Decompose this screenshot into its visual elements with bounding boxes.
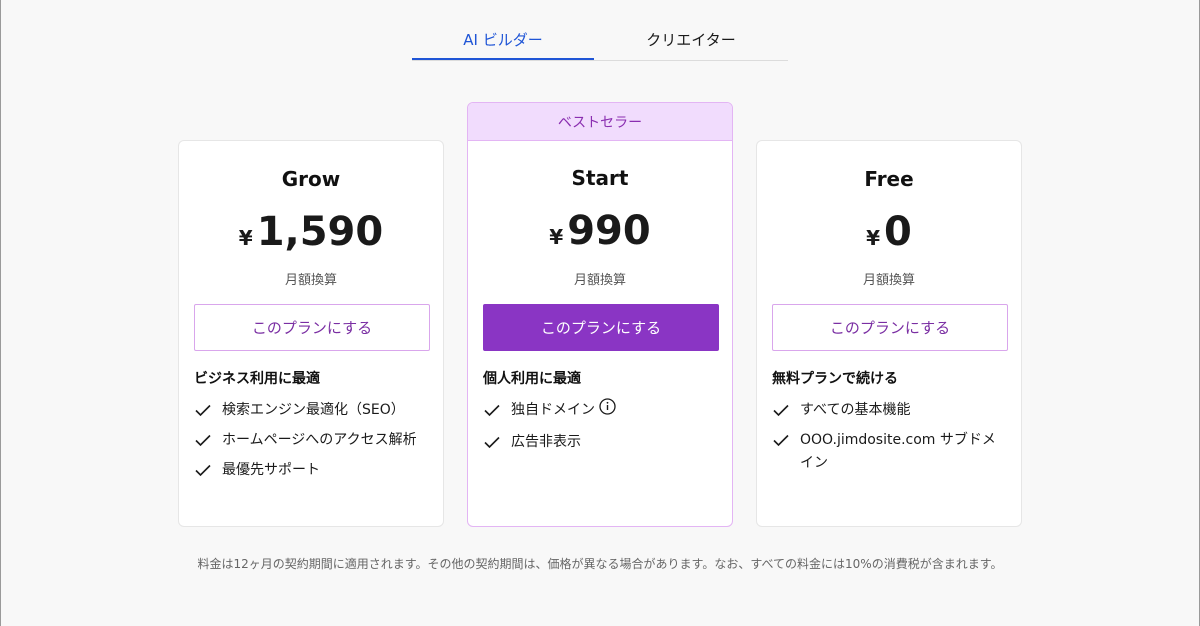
plan-price: ¥ 990: [468, 208, 732, 254]
check-icon: [194, 429, 222, 452]
feature-label: OOO.jimdosite.com サブドメイン: [800, 432, 996, 471]
plan-name: Grow: [281, 167, 341, 191]
list-item: 検索エンジン最適化（SEO）: [194, 399, 431, 422]
feature-label: 独自ドメイン: [511, 402, 595, 418]
currency-symbol: ¥: [238, 226, 253, 250]
plan-card-free: Free ¥ 0 月額換算 このプランにする 無料プランで続ける すべての基本機…: [756, 140, 1022, 527]
plan-price: ¥ 1,590: [179, 209, 443, 255]
price-amount: 1,590: [256, 209, 384, 255]
price-period: 月額換算: [284, 273, 337, 288]
feature-list: すべての基本機能 OOO.jimdosite.com サブドメイン: [772, 399, 1009, 482]
pricing-footnote: 料金は12ヶ月の契約期間に適用されます。その他の契約期間は、価格が異なる場合があ…: [197, 557, 1003, 571]
feature-title: 無料プランで続ける: [772, 371, 898, 387]
feature-title: ビジネス利用に最適: [194, 371, 320, 387]
plan-price: ¥ 0: [757, 209, 1021, 255]
currency-symbol: ¥: [866, 226, 881, 250]
check-icon: [772, 399, 800, 422]
price-period: 月額換算: [862, 273, 915, 288]
list-item: 独自ドメイン: [483, 398, 720, 424]
list-item: OOO.jimdosite.com サブドメイン: [772, 429, 1009, 475]
check-icon: [194, 399, 222, 422]
check-icon: [772, 429, 800, 452]
feature-label: 最優先サポート: [222, 462, 320, 478]
check-icon: [483, 431, 511, 454]
info-icon[interactable]: [599, 398, 616, 423]
plan-name: Free: [864, 167, 914, 191]
plan-card-grow: Grow ¥ 1,590 月額換算 このプランにする ビジネス利用に最適 検索エ…: [178, 140, 444, 527]
select-plan-button[interactable]: このプランにする: [194, 304, 430, 351]
price-amount: 990: [567, 208, 651, 254]
select-plan-button[interactable]: このプランにする: [483, 304, 719, 351]
list-item: ホームページへのアクセス解析: [194, 429, 431, 452]
plan-card-start: ベストセラー Start ¥ 990 月額換算 このプランにする 個人利用に最適…: [467, 102, 733, 527]
list-item: 最優先サポート: [194, 459, 431, 482]
feature-list: 検索エンジン最適化（SEO） ホームページへのアクセス解析 最優先サポート: [194, 399, 431, 489]
price-period: 月額換算: [573, 273, 626, 288]
feature-label: ホームページへのアクセス解析: [222, 432, 417, 448]
list-item: 広告非表示: [483, 431, 720, 454]
plan-type-tabs: AI ビルダー クリエイター: [412, 24, 788, 61]
check-icon: [483, 399, 511, 422]
list-item: すべての基本機能: [772, 399, 1009, 422]
tab-creator[interactable]: クリエイター: [594, 24, 788, 60]
bestseller-badge: ベストセラー: [468, 103, 732, 141]
select-plan-button[interactable]: このプランにする: [772, 304, 1008, 351]
feature-list: 独自ドメイン 広告非表示: [483, 398, 720, 461]
feature-label: 広告非表示: [511, 434, 581, 450]
tab-ai-builder[interactable]: AI ビルダー: [412, 24, 594, 60]
feature-title: 個人利用に最適: [483, 371, 581, 387]
plan-name: Start: [571, 166, 629, 190]
feature-label: 検索エンジン最適化（SEO）: [222, 402, 405, 418]
feature-label: すべての基本機能: [800, 402, 911, 418]
currency-symbol: ¥: [549, 225, 564, 249]
check-icon: [194, 459, 222, 482]
price-amount: 0: [884, 209, 912, 255]
window-border-left: [0, 0, 1, 626]
